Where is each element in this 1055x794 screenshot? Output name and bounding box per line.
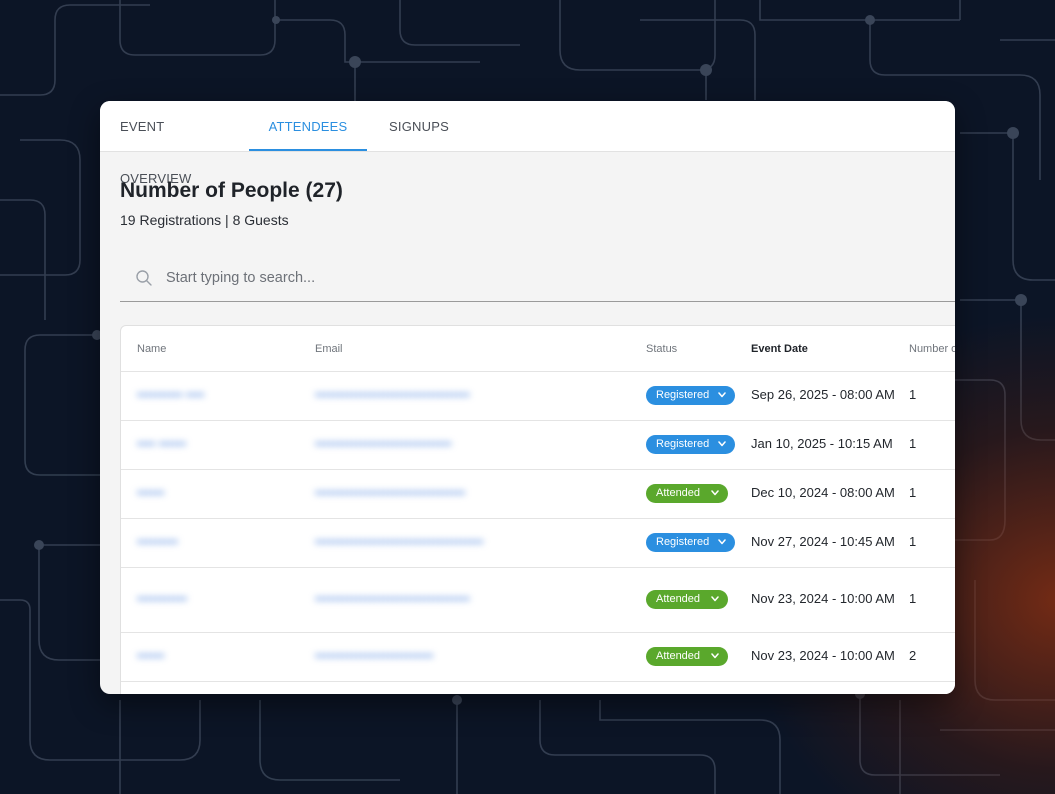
table-row[interactable]: •••• •••••• •••••••••••••••••••••••••••••… — [121, 420, 955, 470]
page-title: Number of People (27) — [120, 179, 343, 202]
status-label: Attended — [656, 650, 701, 662]
attendee-name-link[interactable]: •••••••••• •••• — [137, 387, 204, 402]
column-header-event-date[interactable]: Event Date — [751, 343, 808, 355]
table-header: Name Email Status Event Date Number o — [121, 326, 955, 372]
table-row[interactable]: •••••• •••••••••••••••••••••••••• Attended… — [121, 632, 955, 682]
attendees-panel: EVENT OVERVIEW ATTENDEES SIGNUPS Number … — [100, 101, 955, 694]
table-row[interactable]: •••••••••• •••• •••••••••••••••••••••••••… — [121, 371, 955, 421]
column-header-name[interactable]: Name — [137, 343, 166, 355]
status-dropdown[interactable]: Registered — [646, 386, 735, 405]
number-of-people: 1 — [909, 387, 917, 402]
number-of-people: 2 — [909, 648, 917, 663]
column-header-status[interactable]: Status — [646, 343, 677, 355]
column-header-number[interactable]: Number o — [909, 343, 955, 355]
attendees-table: Name Email Status Event Date Number o ••… — [120, 325, 955, 694]
status-label: Attended — [656, 593, 701, 605]
attendee-name-link[interactable]: •••••• — [137, 485, 164, 500]
attendee-name-link[interactable]: ••••••••••• — [137, 591, 187, 606]
event-date: Nov 27, 2024 - 10:45 AM — [751, 534, 895, 549]
attendee-email-link[interactable]: ••••••••••••••••••••••••••••••••• — [315, 485, 465, 500]
event-date: Nov 23, 2024 - 10:00 AM — [751, 648, 895, 663]
status-dropdown[interactable]: Attended — [646, 484, 728, 503]
status-label: Attended — [656, 487, 701, 499]
table-row[interactable]: ••••••••••••••••••••••••••••••••••••••••… — [121, 518, 955, 568]
registration-summary: 19 Registrations | 8 Guests — [120, 212, 289, 228]
tab-signups[interactable]: SIGNUPS — [386, 101, 452, 151]
status-label: Registered — [656, 536, 710, 548]
attendee-email-link[interactable]: •••••••••••••••••••••••••••••••••• — [315, 591, 470, 606]
column-header-email[interactable]: Email — [315, 343, 343, 355]
status-dropdown[interactable]: Registered — [646, 533, 735, 552]
event-date: Dec 10, 2024 - 08:00 AM — [751, 485, 895, 500]
status-dropdown[interactable]: Registered — [646, 435, 735, 454]
event-date: Nov 23, 2024 - 10:00 AM — [751, 591, 895, 606]
attendee-name-link[interactable]: •••••• — [137, 648, 164, 663]
attendee-name-link[interactable]: •••• •••••• — [137, 436, 186, 451]
number-of-people: 1 — [909, 436, 917, 451]
number-of-people: 1 — [909, 534, 917, 549]
search-input[interactable] — [164, 265, 868, 291]
number-of-people: 1 — [909, 591, 917, 606]
tab-bar: EVENT OVERVIEW ATTENDEES SIGNUPS — [100, 101, 955, 186]
event-date: Jan 10, 2025 - 10:15 AM — [751, 436, 893, 451]
event-date: Sep 26, 2025 - 08:00 AM — [751, 387, 895, 402]
table-row[interactable]: •••••• ••••••••••••••••••••••••••••••••• A… — [121, 469, 955, 519]
attendee-name-link[interactable]: ••••••••• — [137, 534, 178, 549]
status-label: Registered — [656, 389, 710, 401]
status-label: Registered — [656, 438, 710, 450]
attendee-email-link[interactable]: ••••••••••••••••••••••••••••••••••••• — [315, 534, 483, 549]
tab-event-overview[interactable]: EVENT OVERVIEW — [120, 101, 230, 186]
attendee-email-link[interactable]: •••••••••••••••••••••••••••••• — [315, 436, 452, 451]
search-bar — [120, 255, 955, 302]
status-dropdown[interactable]: Attended — [646, 647, 728, 666]
number-of-people: 1 — [909, 485, 917, 500]
search-icon — [136, 270, 152, 286]
tab-attendees[interactable]: ATTENDEES — [249, 101, 367, 151]
attendee-email-link[interactable]: •••••••••••••••••••••••••••••••••• — [315, 387, 470, 402]
status-dropdown[interactable]: Attended — [646, 590, 728, 609]
table-row[interactable]: ••••••••••••••••••••••••••••••••••••••••… — [121, 567, 955, 633]
attendee-email-link[interactable]: •••••••••••••••••••••••••• — [315, 648, 433, 663]
